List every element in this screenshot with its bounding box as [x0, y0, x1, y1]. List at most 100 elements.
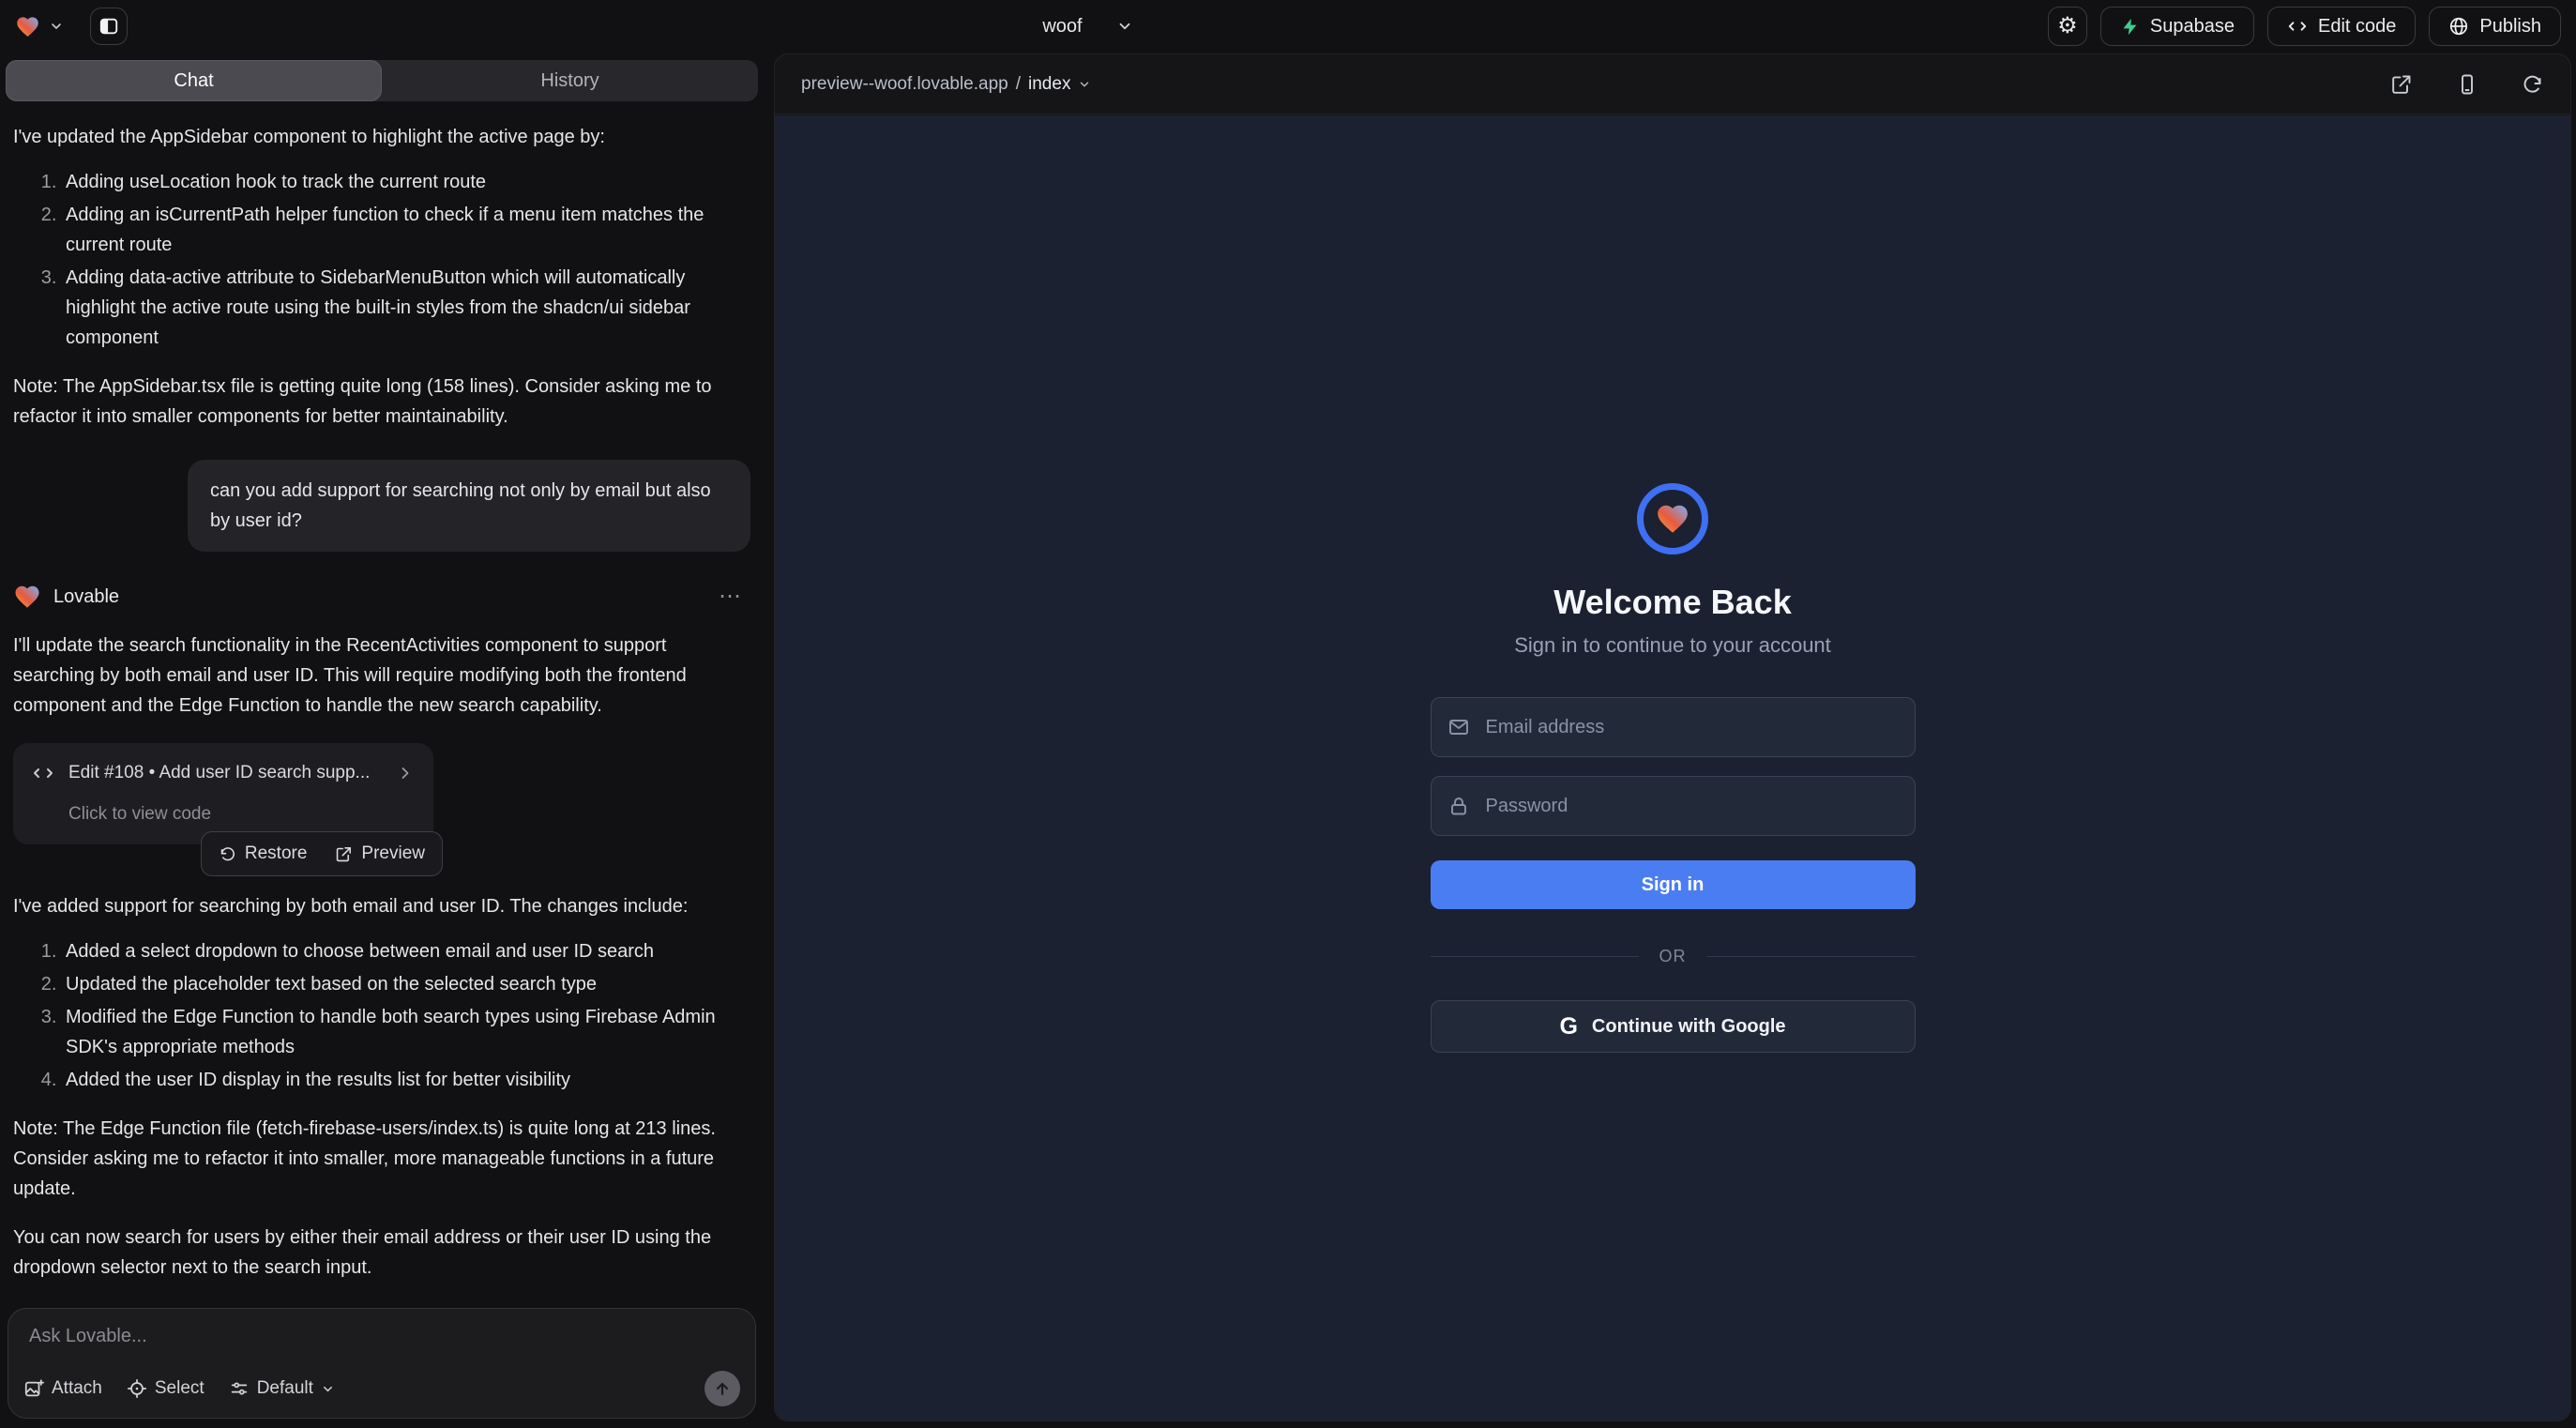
project-chevron-down-icon[interactable]: [1116, 18, 1133, 35]
chat-history-tabs: Chat History: [6, 60, 758, 101]
welcome-title: Welcome Back: [1553, 583, 1791, 622]
user-message-bubble: can you add support for searching not on…: [188, 460, 750, 552]
lovable-heart-icon: [15, 14, 40, 39]
mode-label: Default: [257, 1378, 313, 1399]
assistant-name: Lovable: [53, 582, 119, 612]
publish-label: Publish: [2479, 16, 2541, 38]
project-name: woof: [1042, 16, 1082, 38]
divider-line: [1431, 956, 1639, 958]
top-bar-right: ⚙ Supabase Edit code Publish: [2048, 7, 2561, 46]
publish-button[interactable]: Publish: [2429, 7, 2561, 46]
top-bar: woof ⚙ Supabase Edit code Publish: [0, 0, 2576, 53]
sidebar-toggle-button[interactable]: [90, 8, 128, 45]
external-link-icon: [2390, 73, 2413, 96]
chat-messages: I've updated the AppSidebar component to…: [0, 101, 764, 1297]
lovable-heart-icon: [13, 583, 41, 611]
top-bar-center: woof: [128, 16, 2048, 38]
lock-icon: [1447, 795, 1470, 817]
edit-code-button[interactable]: Edit code: [2267, 7, 2416, 46]
email-field[interactable]: [1431, 697, 1916, 757]
code-icon: [32, 762, 54, 784]
supabase-label: Supabase: [2150, 16, 2235, 38]
edit-card-wrapper: Edit #108 • Add user ID search supp... C…: [13, 743, 433, 844]
assistant-paragraph: I've updated the AppSidebar component to…: [13, 122, 750, 152]
preview-header: preview--woof.lovable.app / index: [775, 54, 2570, 114]
assistant-header: Lovable ⋯: [13, 582, 750, 612]
settings-button[interactable]: ⚙: [2048, 7, 2087, 46]
chevron-down-icon: [1078, 78, 1091, 91]
composer-toolbar: Attach Select Default: [23, 1371, 740, 1406]
password-field[interactable]: [1431, 776, 1916, 836]
tab-history[interactable]: History: [382, 60, 758, 101]
or-divider: OR: [1431, 947, 1916, 966]
preview-path: index: [1028, 74, 1070, 95]
user-message-row: can you add support for searching not on…: [13, 460, 750, 552]
supabase-bolt-icon: [2120, 17, 2140, 37]
assistant-list: Added a select dropdown to choose betwee…: [13, 936, 750, 1095]
preview-button[interactable]: Preview: [335, 839, 425, 869]
mobile-phone-icon: [2456, 73, 2478, 96]
lovable-logo-menu[interactable]: [15, 14, 64, 39]
attach-button[interactable]: Attach: [23, 1378, 102, 1399]
app-logo-badge: [1637, 483, 1708, 554]
divider-line: [1707, 956, 1916, 958]
welcome-subtitle: Sign in to continue to your account: [1514, 633, 1831, 658]
email-field-wrapper: [1431, 697, 1916, 757]
arrow-up-icon: [713, 1379, 732, 1398]
preview-app: Welcome Back Sign in to continue to your…: [775, 115, 2570, 1420]
select-target-icon: [127, 1378, 147, 1399]
mobile-view-button[interactable]: [2456, 73, 2478, 96]
divider-label: OR: [1659, 947, 1687, 966]
composer: Attach Select Default: [8, 1308, 756, 1419]
google-g-icon: G: [1559, 1013, 1577, 1041]
list-item: Added the user ID display in the results…: [62, 1065, 750, 1095]
panel-toggle-icon: [98, 16, 119, 37]
top-bar-left: [15, 8, 128, 45]
refresh-button[interactable]: [2522, 73, 2544, 96]
mode-selector[interactable]: Default: [229, 1378, 335, 1399]
edit-card-subtitle: Click to view code: [68, 799, 415, 829]
assistant-paragraph: I'll update the search functionality in …: [13, 630, 750, 721]
chat-panel: Chat History I've updated the AppSidebar…: [0, 53, 764, 1428]
list-item: Updated the placeholder text based on th…: [62, 969, 750, 999]
edit-card-toolbar: Restore Preview: [201, 831, 443, 876]
sign-in-button[interactable]: Sign in: [1431, 860, 1916, 909]
sliders-icon: [229, 1378, 250, 1399]
external-link-icon: [335, 845, 353, 863]
preview-url: preview--woof.lovable.app: [801, 74, 1008, 95]
preview-url-separator: /: [1016, 74, 1021, 95]
select-button[interactable]: Select: [127, 1378, 205, 1399]
restore-button[interactable]: Restore: [219, 839, 308, 869]
preview-header-actions: [2390, 73, 2544, 96]
preview-url-selector[interactable]: preview--woof.lovable.app / index: [801, 74, 1091, 95]
tab-chat[interactable]: Chat: [6, 60, 382, 101]
google-button-label: Continue with Google: [1592, 1016, 1786, 1038]
password-field-wrapper: [1431, 776, 1916, 836]
app-heart-icon: [1655, 501, 1690, 537]
message-menu-icon[interactable]: ⋯: [719, 582, 743, 612]
edit-code-label: Edit code: [2318, 16, 2396, 38]
edit-card[interactable]: Edit #108 • Add user ID search supp... C…: [13, 743, 433, 844]
supabase-button[interactable]: Supabase: [2100, 7, 2254, 46]
assistant-paragraph: You can now search for users by either t…: [13, 1223, 750, 1283]
globe-icon: [2448, 16, 2469, 37]
open-in-new-tab-button[interactable]: [2390, 73, 2413, 96]
mail-icon: [1447, 716, 1470, 738]
code-icon: [2287, 16, 2308, 37]
gear-icon: ⚙: [2057, 15, 2078, 38]
google-sign-in-button[interactable]: G Continue with Google: [1431, 1000, 1916, 1053]
list-item: Modified the Edge Function to handle bot…: [62, 1002, 750, 1062]
assistant-list: Adding useLocation hook to track the cur…: [13, 167, 750, 353]
chevron-right-icon: [396, 764, 415, 782]
select-label: Select: [155, 1378, 205, 1399]
chat-input[interactable]: [23, 1322, 740, 1371]
restore-icon: [219, 845, 236, 863]
refresh-icon: [2522, 73, 2544, 96]
attach-image-icon: [23, 1378, 44, 1399]
edit-card-title: Edit #108 • Add user ID search supp...: [68, 758, 370, 788]
preview-label: Preview: [361, 839, 425, 869]
send-button[interactable]: [705, 1371, 740, 1406]
restore-label: Restore: [245, 839, 308, 869]
list-item: Adding useLocation hook to track the cur…: [62, 167, 750, 197]
list-item: Added a select dropdown to choose betwee…: [62, 936, 750, 966]
